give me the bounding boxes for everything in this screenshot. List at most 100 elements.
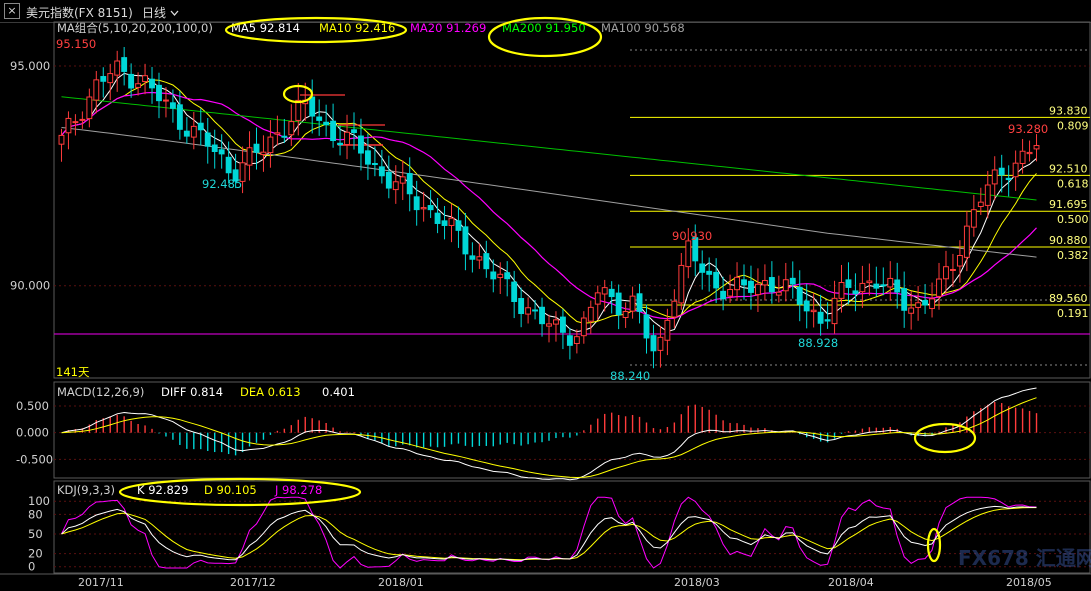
fib-ratio: 0.500 xyxy=(1057,213,1089,226)
candle-down xyxy=(998,167,1005,176)
candle-down xyxy=(894,279,901,293)
candle-down xyxy=(323,121,330,126)
candle-down xyxy=(873,283,880,289)
candle-up xyxy=(288,121,295,136)
candle-up xyxy=(420,207,427,210)
candle-down xyxy=(741,279,747,286)
candle-up xyxy=(782,279,789,292)
candle-up xyxy=(887,277,894,288)
candle-down xyxy=(316,116,323,121)
candle-down xyxy=(922,300,929,306)
candle-up xyxy=(580,317,587,337)
candle-down xyxy=(615,292,622,316)
candlesticks xyxy=(58,47,1040,369)
candle-up xyxy=(142,75,148,83)
candle-up xyxy=(908,307,915,314)
candle-down xyxy=(643,314,650,339)
fib-price: 91.695 xyxy=(1049,198,1088,211)
watermark: FX678 汇通网 xyxy=(958,546,1091,570)
x-tick-label: 2018/03 xyxy=(674,576,720,589)
candle-up xyxy=(629,295,636,312)
macd-tick-label: 0.000 xyxy=(16,426,49,440)
candle-up xyxy=(1026,151,1033,155)
candle-up xyxy=(984,184,991,206)
candle-up xyxy=(399,176,406,184)
candle-down xyxy=(253,143,260,153)
candle-down xyxy=(852,290,859,295)
ellipse-macd-cross xyxy=(913,422,977,454)
candle-down xyxy=(281,135,288,138)
candle-up xyxy=(72,121,79,124)
candle-up xyxy=(622,311,629,318)
candle-up xyxy=(936,278,942,297)
candle-down xyxy=(176,104,183,130)
candle-down xyxy=(539,306,545,325)
candle-up xyxy=(734,276,740,291)
candle-up xyxy=(114,60,121,76)
candle-up xyxy=(135,83,142,88)
candle-down xyxy=(204,132,211,147)
macd-value: 0.401 xyxy=(322,385,355,399)
candle-down xyxy=(532,309,539,312)
price-annotations: 95.150 92.485 90.930 88.240 88.928 93.28… xyxy=(56,37,1048,383)
kdj-tick-label: 80 xyxy=(28,507,43,521)
macd-tick-label: 0.500 xyxy=(16,399,49,413)
candle-up xyxy=(295,99,302,121)
candle-down xyxy=(121,57,128,72)
candle-down xyxy=(504,272,511,280)
candle-up xyxy=(754,283,761,296)
x-tick-label: 2017/12 xyxy=(230,576,276,589)
candle-up xyxy=(727,289,734,297)
candle-up xyxy=(963,225,970,258)
candle-down xyxy=(824,319,831,322)
candle-down xyxy=(149,78,155,89)
macd-label: MACD(12,26,9) xyxy=(57,385,144,399)
candle-down xyxy=(385,171,392,189)
candle-down xyxy=(441,220,448,226)
annot-high: 95.150 xyxy=(56,37,96,51)
candle-down xyxy=(803,300,810,312)
candle-up xyxy=(93,79,100,101)
candle-up xyxy=(671,300,678,318)
candle-down xyxy=(490,271,497,280)
candle-up xyxy=(775,291,782,296)
x-tick-label: 2018/01 xyxy=(378,576,424,589)
candle-up xyxy=(86,96,93,120)
candle-up xyxy=(1019,150,1026,165)
candle-down xyxy=(483,253,490,270)
candle-down xyxy=(364,150,371,165)
candle-down xyxy=(518,298,525,315)
candle-down xyxy=(845,279,852,288)
price-tick-label: 95.000 xyxy=(10,59,50,73)
chart-canvas[interactable]: MA组合(5,10,20,200,100,0) MA5 92.814 MA10 … xyxy=(0,0,1091,591)
candle-up xyxy=(274,132,281,135)
fib-ratio: 0.382 xyxy=(1057,249,1089,262)
candle-down xyxy=(413,196,420,211)
candle-down xyxy=(462,226,469,255)
macd-tick-label: -0.500 xyxy=(16,452,53,466)
candle-up xyxy=(761,280,768,286)
x-tick-label: 2017/11 xyxy=(78,576,124,589)
kdj-tick-label: 20 xyxy=(28,547,43,561)
kdj-label: KDJ(9,3,3) xyxy=(57,483,115,497)
candle-up xyxy=(838,282,845,299)
candle-down xyxy=(699,263,706,273)
candle-up xyxy=(943,266,949,280)
annot-low-dec: 92.485 xyxy=(202,177,242,191)
candle-up xyxy=(601,287,608,295)
candle-down xyxy=(511,281,518,302)
candle-down xyxy=(720,290,727,300)
annot-last-high: 93.280 xyxy=(1008,122,1048,136)
candle-up xyxy=(1033,145,1040,150)
x-axis-labels: 2017/11 2017/12 2018/01 2018/03 2018/04 2018/… xyxy=(78,576,1052,589)
candle-down xyxy=(636,293,643,312)
candle-down xyxy=(183,130,190,137)
candle-up xyxy=(678,264,685,304)
ma20-value: MA20 91.269 xyxy=(410,21,486,35)
candle-up xyxy=(657,336,664,351)
candle-down xyxy=(211,144,218,153)
candle-up xyxy=(525,307,532,315)
candle-up xyxy=(344,131,350,145)
candle-down xyxy=(309,96,316,117)
candle-up xyxy=(267,136,274,154)
